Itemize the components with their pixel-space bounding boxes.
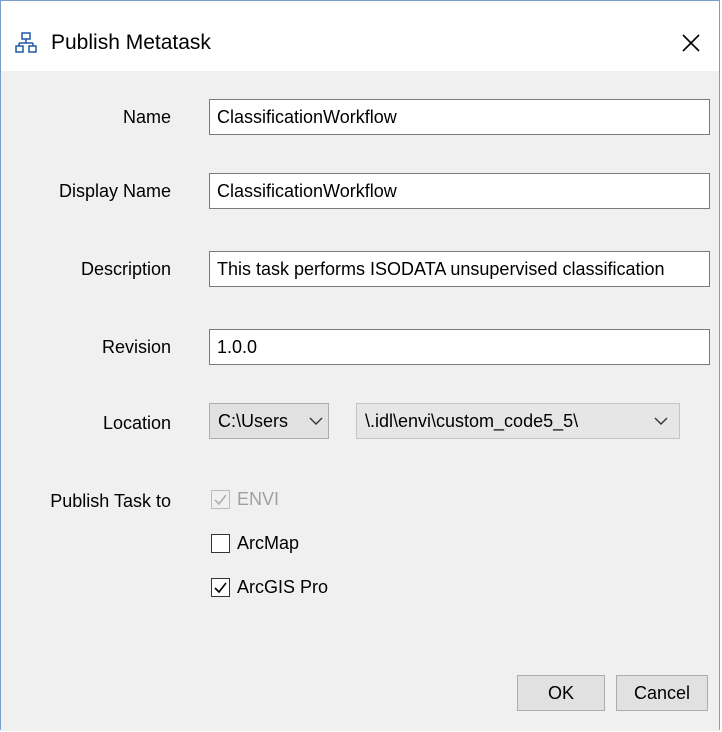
window-title: Publish Metatask bbox=[51, 31, 211, 54]
close-button[interactable] bbox=[663, 19, 719, 67]
publish-arcmap-option[interactable]: ArcMap bbox=[211, 533, 299, 554]
description-input[interactable] bbox=[209, 251, 710, 287]
ok-button[interactable]: OK bbox=[517, 675, 605, 711]
display-name-label: Display Name bbox=[58, 181, 171, 201]
description-label: Description bbox=[80, 259, 171, 279]
publish-envi-option: ENVI bbox=[211, 489, 279, 510]
display-name-input[interactable] bbox=[209, 173, 710, 209]
close-icon bbox=[682, 34, 700, 52]
envi-label: ENVI bbox=[237, 489, 280, 509]
arcgis-pro-label: ArcGIS Pro bbox=[237, 577, 329, 597]
name-label: Name bbox=[122, 107, 171, 127]
arcgis-pro-checkbox[interactable] bbox=[211, 578, 230, 597]
chevron-down-icon bbox=[654, 417, 668, 425]
location-path-dropdown[interactable]: \.idl\envi\custom_code5_5\ bbox=[356, 403, 680, 439]
arcmap-label: ArcMap bbox=[237, 533, 300, 553]
title-bar: Publish Metatask bbox=[1, 1, 719, 71]
publish-arcgis-pro-option[interactable]: ArcGIS Pro bbox=[211, 577, 328, 598]
location-label: Location bbox=[102, 413, 171, 433]
location-root-dropdown[interactable]: C:\Users bbox=[209, 403, 329, 439]
checkmark-icon bbox=[214, 582, 227, 594]
revision-input[interactable] bbox=[209, 329, 710, 365]
publish-metatask-dialog: Publish Metatask Name Display Name Descr… bbox=[0, 0, 720, 731]
envi-checkbox bbox=[211, 490, 230, 509]
hierarchy-icon bbox=[15, 32, 37, 53]
arcmap-checkbox[interactable] bbox=[211, 534, 230, 553]
revision-label: Revision bbox=[101, 337, 171, 357]
chevron-down-icon bbox=[309, 417, 323, 425]
location-path-value: \.idl\envi\custom_code5_5\ bbox=[365, 410, 579, 431]
checkmark-icon bbox=[214, 494, 227, 506]
publish-task-label: Publish Task to bbox=[50, 491, 171, 511]
name-input[interactable] bbox=[209, 99, 710, 135]
location-root-value: C:\Users bbox=[218, 410, 289, 431]
cancel-button[interactable]: Cancel bbox=[616, 675, 708, 711]
dialog-body: Name Display Name Description Revision L… bbox=[1, 71, 719, 731]
